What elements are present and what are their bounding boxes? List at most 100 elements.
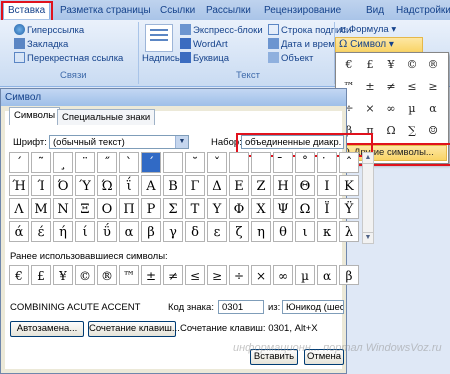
symbol-menu-item[interactable]: € [339, 56, 359, 74]
character-cell[interactable]: λ [339, 221, 359, 242]
hyperlink-button[interactable]: Гиперссылка [14, 24, 84, 37]
character-cell[interactable]: Ω [295, 198, 315, 219]
character-cell[interactable]: ί [75, 221, 95, 242]
character-cell[interactable]: Δ [207, 175, 227, 196]
encoding-select[interactable]: Юникод (шестн.) [282, 300, 344, 314]
symbol-menu-item[interactable]: ± [360, 78, 380, 96]
character-cell[interactable]: ˘ [185, 152, 205, 173]
character-cell[interactable]: Β [163, 175, 183, 196]
character-cell[interactable]: η [251, 221, 271, 242]
recent-symbol-cell[interactable]: © [75, 265, 95, 285]
character-cell[interactable]: ˆ [339, 152, 359, 173]
character-cell[interactable]: α [119, 221, 139, 242]
recent-symbol-cell[interactable]: £ [31, 265, 51, 285]
signature-line-button[interactable]: Строка подписи [268, 24, 351, 37]
tab-page-layout[interactable]: Разметка страницы [60, 3, 151, 19]
character-cell[interactable]: Γ [185, 175, 205, 196]
character-cell[interactable]: ˝ [97, 152, 117, 173]
character-cell[interactable]: Ρ [141, 198, 161, 219]
recent-symbol-cell[interactable]: € [9, 265, 29, 285]
character-cell[interactable]: ˚ [295, 152, 315, 173]
character-cell[interactable]: ̄ [273, 152, 293, 173]
font-select[interactable]: (обычный текст) ▼ [49, 135, 189, 149]
character-cell[interactable]: ¸ [53, 152, 73, 173]
character-cell[interactable]: Ι [317, 175, 337, 196]
recent-symbol-cell[interactable]: × [251, 265, 271, 285]
character-cell[interactable] [251, 152, 271, 173]
symbol-menu-item[interactable]: © [402, 56, 422, 74]
character-cell[interactable] [229, 152, 249, 173]
character-cell[interactable]: ά [9, 221, 29, 242]
symbol-menu-item[interactable]: × [360, 100, 380, 118]
character-cell[interactable]: ι [295, 221, 315, 242]
character-cell[interactable]: θ [273, 221, 293, 242]
character-cell[interactable]: Τ [185, 198, 205, 219]
tab-view[interactable]: Вид [366, 3, 384, 19]
object-button[interactable]: Объект [268, 52, 313, 65]
recent-symbol-cell[interactable]: ≤ [185, 265, 205, 285]
character-cell[interactable]: Ί [31, 175, 51, 196]
character-cell[interactable]: Ϊ [317, 198, 337, 219]
symbol-menu-item[interactable]: µ [402, 100, 422, 118]
character-cell[interactable]: Ψ [273, 198, 293, 219]
character-cell[interactable]: Υ [207, 198, 227, 219]
character-cell[interactable]: έ [31, 221, 51, 242]
recent-symbol-cell[interactable]: ÷ [229, 265, 249, 285]
character-cell[interactable]: Η [273, 175, 293, 196]
character-cell[interactable]: Ν [53, 198, 73, 219]
character-cell[interactable]: ε [207, 221, 227, 242]
scroll-down-icon[interactable]: ▼ [363, 232, 373, 243]
recent-symbol-cell[interactable]: ¥ [53, 265, 73, 285]
character-cell[interactable]: Φ [229, 198, 249, 219]
character-cell[interactable]: Χ [251, 198, 271, 219]
drop-cap-button[interactable]: Буквица [180, 52, 229, 65]
recent-symbol-cell[interactable]: ≥ [207, 265, 227, 285]
text-box-icon[interactable] [145, 24, 173, 52]
character-cell[interactable]: Κ [339, 175, 359, 196]
quick-parts-button[interactable]: Экспресс-блоки [180, 24, 263, 37]
character-cell[interactable]: ˊ [141, 152, 161, 173]
shortcut-key-button[interactable]: Сочетание клавиш... [88, 321, 180, 337]
character-cell[interactable]: δ [185, 221, 205, 242]
character-cell[interactable]: Μ [31, 198, 51, 219]
character-cell[interactable]: ή [53, 221, 73, 242]
recent-symbol-cell[interactable]: α [317, 265, 337, 285]
character-cell[interactable]: ˋ [119, 152, 139, 173]
symbol-menu-item[interactable]: ¥ [381, 56, 401, 74]
character-cell[interactable]: κ [317, 221, 337, 242]
text-box-button[interactable]: Надпись [142, 53, 180, 65]
character-cell[interactable]: Ε [229, 175, 249, 196]
character-cell[interactable]: Α [141, 175, 161, 196]
character-cell[interactable]: Ξ [75, 198, 95, 219]
bookmark-button[interactable]: Закладка [14, 38, 68, 51]
symbol-menu-item[interactable]: ® [423, 56, 443, 74]
wordart-button[interactable]: WordArt [180, 38, 228, 51]
tab-references[interactable]: Ссылки [160, 3, 195, 19]
symbol-menu-item[interactable]: ∞ [381, 100, 401, 118]
tab-review[interactable]: Рецензирование [264, 3, 341, 19]
tab-symbols[interactable]: Символы [9, 107, 61, 125]
character-cell[interactable]: Ύ [75, 175, 95, 196]
symbol-menu-item[interactable]: ≤ [402, 78, 422, 96]
recent-symbol-cell[interactable]: µ [295, 265, 315, 285]
character-cell[interactable]: β [141, 221, 161, 242]
grid-scrollbar[interactable]: ▲ ▼ [362, 152, 374, 244]
character-cell[interactable]: Ή [9, 175, 29, 196]
symbol-menu-item[interactable]: ≠ [381, 78, 401, 96]
symbol-menu-item[interactable]: Ω [381, 122, 401, 140]
character-cell[interactable]: Σ [163, 198, 183, 219]
symbol-menu-item[interactable]: ≥ [423, 78, 443, 96]
character-cell[interactable]: Π [119, 198, 139, 219]
recent-symbol-cell[interactable]: ≠ [163, 265, 183, 285]
character-cell[interactable]: ̇ [317, 152, 337, 173]
symbol-menu-item[interactable]: £ [360, 56, 380, 74]
tab-addins[interactable]: Надстройки [396, 3, 450, 19]
character-cell[interactable]: γ [163, 221, 183, 242]
character-cell[interactable]: Ζ [251, 175, 271, 196]
character-cell[interactable]: ˜ [31, 152, 51, 173]
recent-symbol-cell[interactable]: β [339, 265, 359, 285]
equation-button[interactable]: π Формула ▾ [340, 24, 396, 36]
recent-symbol-cell[interactable]: ∞ [273, 265, 293, 285]
character-cell[interactable]: ˇ [207, 152, 227, 173]
recent-symbol-cell[interactable]: ± [141, 265, 161, 285]
